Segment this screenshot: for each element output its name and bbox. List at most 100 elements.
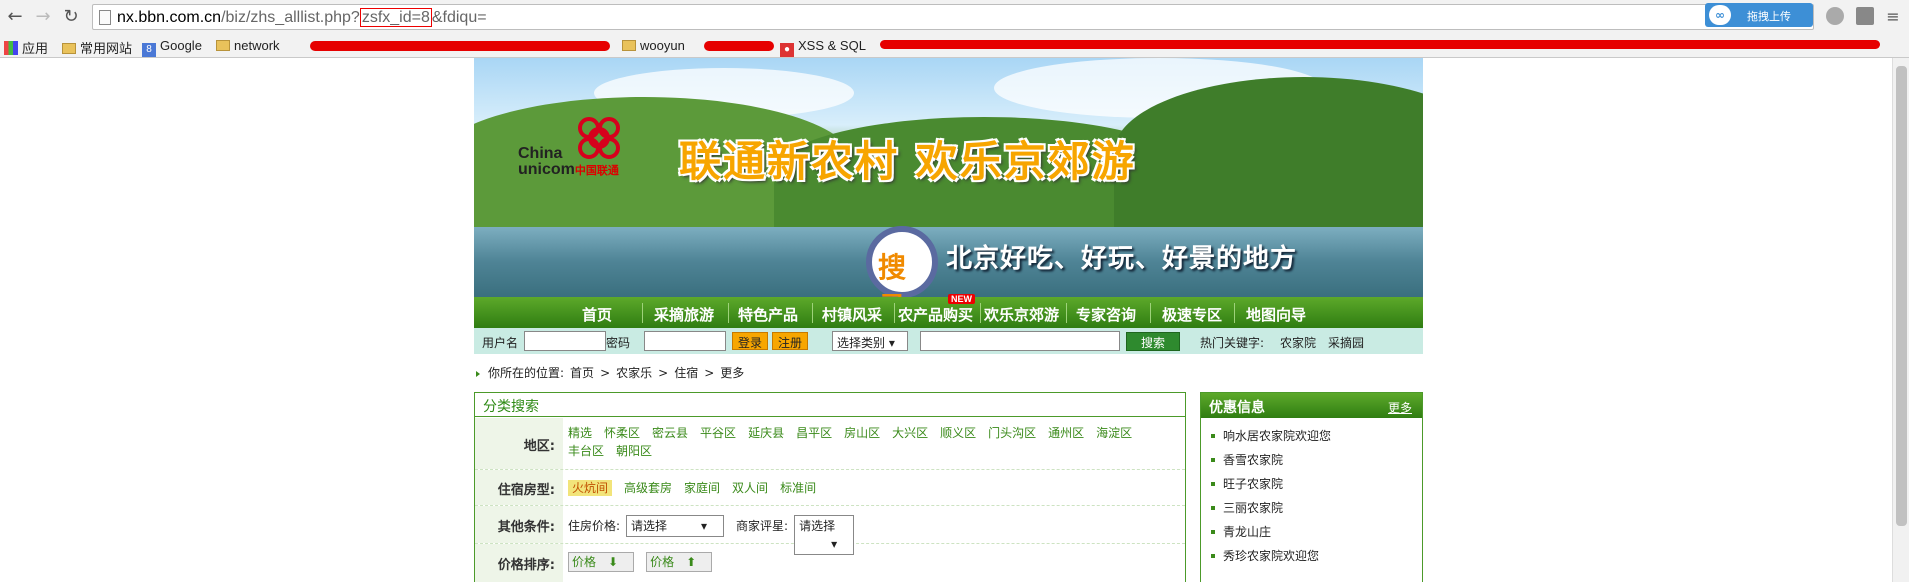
nav-item-buy[interactable]: 农产品购买 NEW bbox=[898, 294, 975, 325]
chevron-down-icon: ▾ bbox=[888, 336, 895, 350]
nav-item-picking[interactable]: 采摘旅游 bbox=[654, 304, 714, 325]
region-option[interactable]: 通州区 bbox=[1048, 426, 1084, 440]
extension-icon[interactable] bbox=[1856, 7, 1874, 25]
upload-extension-button[interactable]: ∞ 拖拽上传 bbox=[1705, 3, 1813, 27]
register-button[interactable]: 注册 bbox=[772, 332, 809, 350]
list-item[interactable]: 旺子农家院 bbox=[1211, 472, 1412, 496]
category-select[interactable]: 选择类别 ▾ bbox=[832, 331, 908, 351]
region-option[interactable]: 精选 bbox=[568, 426, 592, 440]
list-item-label: 香雪农家院 bbox=[1223, 453, 1284, 467]
folder-icon bbox=[622, 40, 636, 51]
bookmark-common[interactable]: 常用网站 bbox=[62, 38, 132, 57]
password-input[interactable] bbox=[644, 331, 726, 351]
bookmark-label: XSS & SQL bbox=[798, 38, 866, 53]
search-input[interactable] bbox=[920, 331, 1120, 351]
chevron-down-icon: ▾ bbox=[701, 519, 708, 533]
arrow-down-icon: ⬇ bbox=[608, 555, 619, 569]
page-scrollbar[interactable] bbox=[1892, 58, 1909, 582]
room-option-selected[interactable]: 火炕间 bbox=[568, 480, 613, 496]
breadcrumb-link[interactable]: 首页 bbox=[570, 366, 594, 380]
scrollbar-thumb[interactable] bbox=[1896, 66, 1907, 526]
region-option[interactable]: 海淀区 bbox=[1096, 426, 1132, 440]
list-item[interactable]: 秀珍农家院欢迎您 bbox=[1211, 544, 1412, 568]
price-sort-row: 价格排序: 价格 ⬇ 价格 ⬆ bbox=[475, 544, 1185, 582]
search-button[interactable]: 搜索 bbox=[1126, 332, 1181, 351]
region-option[interactable]: 密云县 bbox=[652, 426, 688, 440]
region-option[interactable]: 延庆县 bbox=[748, 426, 784, 440]
sort-price-desc-button[interactable]: 价格 ⬇ bbox=[568, 552, 635, 572]
breadcrumb-separator: > bbox=[600, 366, 611, 380]
region-option[interactable]: 朝阳区 bbox=[616, 444, 652, 458]
room-option[interactable]: 高级套房 bbox=[624, 481, 672, 495]
list-item[interactable]: 香雪农家院 bbox=[1211, 448, 1412, 472]
logo-en-1: China bbox=[518, 145, 563, 162]
banner-tagline: 北京好吃、好玩、好景的地方 bbox=[946, 244, 1298, 274]
breadcrumb-label: 你所在的位置: bbox=[488, 366, 565, 380]
bullet-icon bbox=[1211, 482, 1215, 486]
logo-en-2: unicom bbox=[518, 161, 575, 178]
region-option[interactable]: 房山区 bbox=[844, 426, 880, 440]
nav-item-tour[interactable]: 欢乐京郊游 bbox=[984, 304, 1059, 325]
nav-item-map[interactable]: 地图向导 bbox=[1246, 304, 1306, 325]
price-select[interactable]: 请选择 ▾ bbox=[626, 515, 725, 537]
nav-divider bbox=[1066, 303, 1067, 323]
region-label: 地区: bbox=[523, 439, 555, 454]
region-option[interactable]: 怀柔区 bbox=[604, 426, 640, 440]
nav-item-expert[interactable]: 专家咨询 bbox=[1076, 304, 1136, 325]
address-bar[interactable]: nx.bbn.com.cn/biz/zhs_alllist.php? zsfx_i… bbox=[92, 4, 1814, 30]
hot-keyword-link[interactable]: 采摘园 bbox=[1328, 334, 1364, 351]
region-option[interactable]: 大兴区 bbox=[892, 426, 928, 440]
nav-item-speed[interactable]: 极速专区 bbox=[1162, 304, 1222, 325]
bookmark-xss[interactable]: ● XSS & SQL bbox=[780, 38, 866, 57]
list-item[interactable]: 青龙山庄 bbox=[1211, 520, 1412, 544]
region-option[interactable]: 平谷区 bbox=[700, 426, 736, 440]
nav-divider bbox=[642, 303, 643, 323]
back-icon[interactable]: ← bbox=[4, 6, 26, 28]
category-panel-title: 分类搜索 bbox=[475, 393, 1185, 417]
nav-item-home[interactable]: 首页 bbox=[582, 304, 612, 325]
bullet-icon bbox=[1211, 530, 1215, 534]
browser-chrome: ← → ↻ nx.bbn.com.cn/biz/zhs_alllist.php?… bbox=[0, 0, 1909, 58]
nav-item-specialty[interactable]: 特色产品 bbox=[738, 304, 798, 325]
forward-icon[interactable]: → bbox=[32, 6, 54, 28]
region-option[interactable]: 昌平区 bbox=[796, 426, 832, 440]
bookmark-apps[interactable]: 应用 bbox=[4, 38, 48, 57]
username-input[interactable] bbox=[524, 331, 606, 351]
region-option[interactable]: 顺义区 bbox=[940, 426, 976, 440]
region-option[interactable]: 门头沟区 bbox=[988, 426, 1036, 440]
logo-text: China unicom中国联通 bbox=[518, 146, 619, 179]
room-option[interactable]: 标准间 bbox=[780, 481, 816, 495]
room-type-label: 住宿房型: bbox=[497, 483, 555, 498]
nav-divider bbox=[1150, 303, 1151, 323]
price-sort-label: 价格排序: bbox=[497, 558, 555, 573]
bullet-icon bbox=[1211, 458, 1215, 462]
bookmark-network[interactable]: network bbox=[216, 38, 280, 53]
reload-icon[interactable]: ↻ bbox=[60, 6, 82, 28]
url-highlight: zsfx_id=8 bbox=[359, 8, 432, 27]
bookmark-wooyun[interactable]: wooyun bbox=[622, 38, 685, 53]
breadcrumb-link[interactable]: 农家乐 bbox=[616, 366, 652, 380]
browser-toolbar: ← → ↻ nx.bbn.com.cn/biz/zhs_alllist.php?… bbox=[0, 0, 1909, 34]
url-text[interactable]: nx.bbn.com.cn/biz/zhs_alllist.php? zsfx_i… bbox=[117, 8, 487, 27]
login-bar: 用户名 密码 登录 注册 选择类别 ▾ 搜索 热门关键字: 农家院 采摘园 bbox=[474, 328, 1423, 354]
login-button[interactable]: 登录 bbox=[732, 332, 769, 350]
hot-keyword-link[interactable]: 农家院 bbox=[1280, 334, 1316, 351]
list-item[interactable]: 响水居农家院欢迎您 bbox=[1211, 424, 1412, 448]
nav-item-villages[interactable]: 村镇风采 bbox=[822, 304, 882, 325]
breadcrumb-link[interactable]: 住宿 bbox=[674, 366, 698, 380]
promotions-list: 响水居农家院欢迎您 香雪农家院 旺子农家院 三丽农家院 青龙山庄 秀珍农家院欢迎… bbox=[1201, 418, 1422, 574]
sort-price-asc-button[interactable]: 价格 ⬆ bbox=[646, 552, 713, 572]
rating-select-value: 请选择 bbox=[799, 519, 836, 533]
other-conditions-label: 其他条件: bbox=[497, 520, 555, 535]
bookmark-google[interactable]: 8 Google bbox=[142, 38, 202, 57]
room-type-row: 住宿房型: 火炕间 高级套房 家庭间 双人间 标准间 bbox=[475, 470, 1185, 506]
extension-globe-icon[interactable] bbox=[1826, 7, 1844, 25]
room-option[interactable]: 双人间 bbox=[732, 481, 768, 495]
region-option[interactable]: 丰台区 bbox=[568, 444, 604, 458]
room-option[interactable]: 家庭间 bbox=[684, 481, 720, 495]
menu-icon[interactable]: ≡ bbox=[1882, 6, 1904, 28]
nav-divider bbox=[980, 303, 981, 323]
list-item[interactable]: 三丽农家院 bbox=[1211, 496, 1412, 520]
bullet-icon bbox=[1211, 434, 1215, 438]
more-link[interactable]: 更多 bbox=[1388, 399, 1412, 416]
